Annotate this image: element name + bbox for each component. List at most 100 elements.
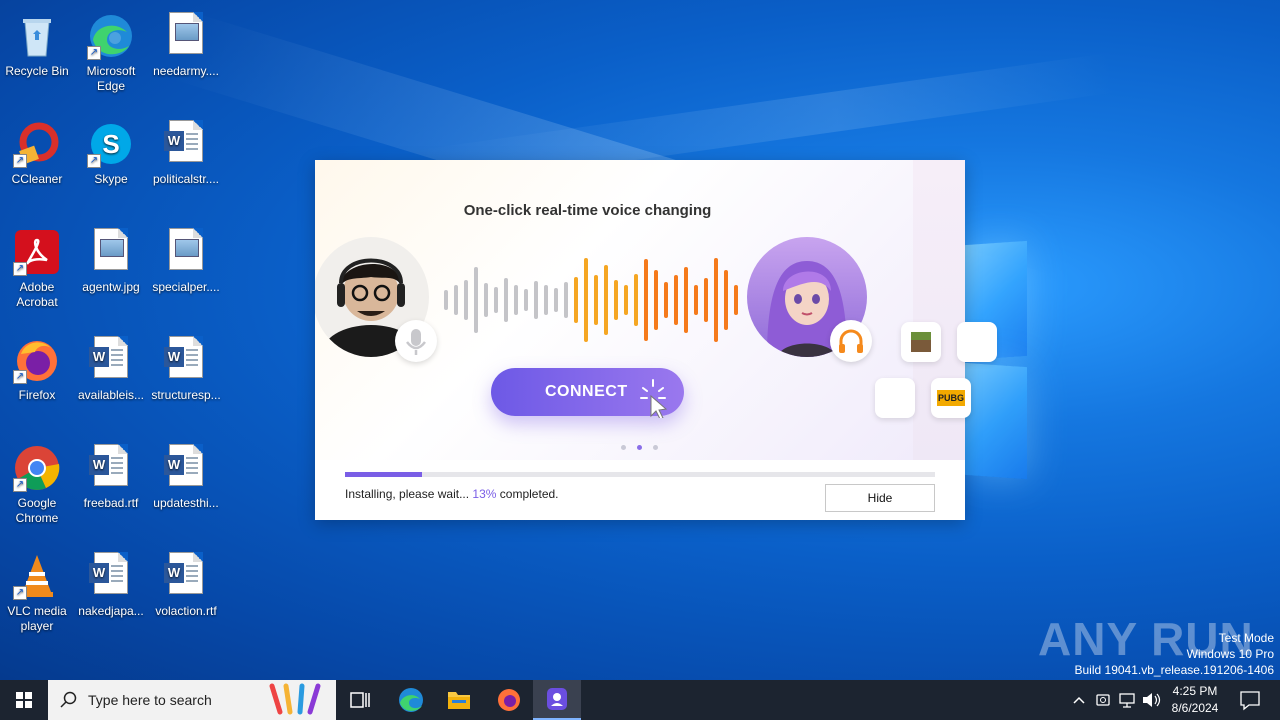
word-doc-icon: W [87, 444, 135, 492]
status-prefix: Installing, please wait... [345, 487, 470, 501]
game-tile-minecraft [901, 322, 941, 362]
task-view-icon [350, 692, 370, 708]
icon-label: needarmy.... [153, 64, 219, 78]
voice-waveform [444, 258, 738, 342]
desktop-icon-volaction[interactable]: W volaction.rtf [150, 546, 222, 619]
headphones-icon [830, 320, 872, 362]
installer-window: One-click real-time voice changing CONNE… [315, 160, 997, 520]
icon-label: Firefox [18, 388, 56, 402]
game-tile-partial [957, 322, 997, 362]
carousel-dot-active[interactable] [637, 445, 642, 450]
start-button[interactable] [0, 680, 48, 720]
connect-label: CONNECT [545, 383, 628, 400]
waveform-bar [494, 287, 498, 313]
waveform-bar [674, 275, 678, 325]
search-placeholder: Type here to search [88, 692, 212, 708]
desktop-icon-recycle-bin[interactable]: Recycle Bin [1, 6, 73, 79]
pubg-logo: PUBG [937, 390, 965, 406]
waveform-bar [524, 289, 528, 311]
connect-button[interactable]: CONNECT [491, 368, 684, 418]
banner-title: One-click real-time voice changing [463, 202, 712, 219]
icon-label: availableis... [77, 388, 145, 402]
waveform-bar [534, 281, 538, 319]
network-button[interactable] [1116, 680, 1138, 720]
word-doc-icon: W [162, 444, 210, 492]
waveform-bar [724, 270, 728, 330]
waveform-bar [604, 265, 608, 335]
desktop-icon-microsoft-edge[interactable]: ↗ Microsoft Edge [75, 6, 147, 94]
show-hidden-icons-button[interactable] [1068, 680, 1090, 720]
volume-button[interactable] [1140, 680, 1162, 720]
skype-icon: S ↗ [87, 120, 135, 168]
word-doc-icon: W [162, 336, 210, 384]
desktop-icon-availableis[interactable]: W availableis... [75, 330, 147, 403]
carousel-dot[interactable] [653, 445, 658, 450]
waveform-bar [464, 280, 468, 320]
taskbar-firefox[interactable] [488, 680, 530, 720]
progress-bar-fill [345, 472, 422, 477]
search-icon [60, 691, 77, 708]
icon-label: updatesthi... [153, 496, 219, 510]
icon-label: volaction.rtf [155, 604, 217, 618]
progress-bar [345, 472, 935, 477]
carousel-dot[interactable] [621, 445, 626, 450]
taskbar-file-explorer[interactable] [438, 680, 480, 720]
icon-label: structuresp... [151, 388, 221, 402]
icon-label: agentw.jpg [82, 280, 140, 294]
action-center-button[interactable] [1232, 680, 1268, 720]
word-doc-icon: W [87, 336, 135, 384]
waveform-bar [544, 285, 548, 315]
tray-app-icon[interactable] [1092, 680, 1114, 720]
acrobat-icon: ↗ [13, 228, 61, 276]
desktop-icon-ccleaner[interactable]: ↗ CCleaner [1, 114, 73, 187]
install-status: Installing, please wait... 13% completed… [345, 487, 559, 501]
chevron-up-icon [1073, 696, 1085, 704]
waveform-bar [634, 274, 638, 326]
taskbar-edge[interactable] [390, 680, 432, 720]
word-doc-icon: W [162, 120, 210, 168]
desktop-icon-skype[interactable]: S ↗ Skype [75, 114, 147, 187]
firefox-icon [498, 689, 520, 711]
waveform-bar [584, 258, 588, 342]
desktop-icon-google-chrome[interactable]: ↗ Google Chrome [1, 438, 73, 526]
desktop-icon-freebad[interactable]: W freebad.rtf [75, 438, 147, 511]
clock-time: 4:25 PM [1172, 684, 1218, 698]
task-view-button[interactable] [340, 680, 380, 720]
taskbar-search[interactable]: Type here to search [48, 680, 336, 720]
waveform-bar [484, 283, 488, 317]
taskbar-voice-changer-app[interactable] [533, 680, 581, 720]
desktop-icon-politicalstr[interactable]: W politicalstr.... [150, 114, 222, 187]
waveform-bar [474, 267, 478, 333]
status-suffix: completed. [499, 487, 559, 501]
paint-brushes-icon [269, 683, 321, 715]
desktop-icon-firefox[interactable]: ↗ Firefox [1, 330, 73, 403]
waveform-bar [574, 277, 578, 323]
desktop-icon-nakedjapa[interactable]: W nakedjapa... [75, 546, 147, 619]
icon-label: politicalstr.... [152, 172, 220, 186]
desktop-icon-vlc[interactable]: ↗ VLC media player [1, 546, 73, 634]
voice-changer-app-icon [547, 688, 567, 710]
desktop-icon-specialper[interactable]: specialper.... [150, 222, 222, 295]
waveform-bar [454, 285, 458, 315]
waveform-bar [734, 285, 738, 315]
taskbar-clock[interactable]: 4:25 PM 8/6/2024 [1160, 683, 1230, 717]
cursor-click-icon [640, 379, 668, 418]
shortcut-arrow-icon: ↗ [13, 586, 27, 600]
clock-date: 8/6/2024 [1171, 701, 1219, 715]
desktop-icon-updatesthi[interactable]: W updatesthi... [150, 438, 222, 511]
desktop-icon-agentw[interactable]: agentw.jpg [75, 222, 147, 295]
waveform-bar [594, 275, 598, 325]
word-doc-icon: W [87, 552, 135, 600]
hide-button[interactable]: Hide [825, 484, 935, 512]
game-tile-blank [875, 378, 915, 418]
windows-edition-label: Windows 10 Pro [1186, 647, 1274, 661]
waveform-bar [714, 258, 718, 342]
windows-start-icon [16, 692, 32, 708]
desktop-icon-adobe-acrobat[interactable]: ↗ Adobe Acrobat [1, 222, 73, 310]
icon-label: VLC media player [7, 604, 67, 633]
desktop-icon-needarmy[interactable]: needarmy.... [150, 6, 222, 79]
waveform-bar [684, 267, 688, 333]
edge-icon [399, 688, 423, 712]
desktop-icon-structuresp[interactable]: W structuresp... [150, 330, 222, 403]
icon-label: Adobe Acrobat [16, 280, 58, 309]
